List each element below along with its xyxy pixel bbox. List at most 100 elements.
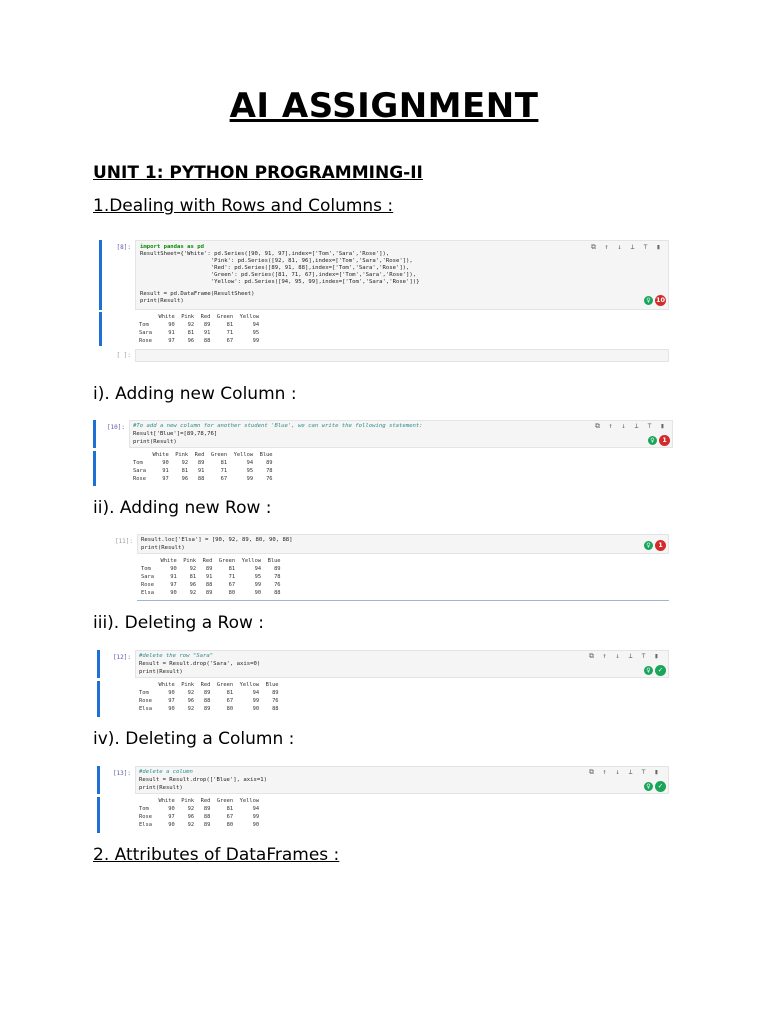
code-line: #delete the row "Sara"	[139, 653, 214, 659]
cell-prompt: [13]:	[112, 770, 131, 777]
notebook-screenshot-2: [10]: #To add a new column for another s…	[93, 418, 675, 488]
cell-badges: ♀ 10	[644, 295, 666, 306]
notebook-screenshot-3: [11]: Result.loc['Elsa'] = [90, 92, 89, …	[93, 530, 675, 602]
lightbulb-icon[interactable]: ♀	[648, 436, 657, 445]
status-ok-badge[interactable]: ✓	[655, 665, 666, 676]
output-row: Tom 90 92 89 81 94	[139, 806, 260, 812]
output-row: Rose 97 96 88 67 99	[139, 338, 260, 344]
copy-icon[interactable]: ⧉	[590, 244, 597, 251]
output-row: Rose 97 96 88 67 99 76	[141, 582, 281, 588]
filter-icon[interactable]: ⊤	[646, 423, 653, 430]
save-icon[interactable]: ⊥	[629, 244, 636, 251]
cell-selection-bar	[99, 240, 102, 310]
cell-toolbar: ⧉ ↑ ↓ ⊥ ⊤ ▮	[590, 244, 662, 251]
code-line: ResultSheet={'White': pd.Series([90, 91,…	[140, 251, 390, 257]
save-icon[interactable]: ⊥	[627, 653, 634, 660]
section-heading-add-column: i). Adding new Column :	[93, 384, 297, 404]
delete-icon[interactable]: ▮	[655, 244, 662, 251]
output-row: Tom 90 92 89 81 94 89	[139, 690, 279, 696]
code-line: print(Result)	[133, 439, 177, 445]
output-cell: White Pink Red Green Yellow Blue Tom 90 …	[93, 681, 675, 717]
output-cell: White Pink Red Green Yellow Tom 90 92 89…	[93, 312, 675, 346]
code-line: #delete a column	[139, 769, 193, 775]
code-line: Result = pd.DataFrame(ResultSheet)	[140, 291, 255, 297]
code-line: Result['Blue']=[89,78,76]	[133, 431, 218, 437]
code-line: 'Green': pd.Series([81, 71, 67],index=['…	[140, 272, 417, 278]
code-cell: [12]: #delete the row "Sara" Result = Re…	[93, 650, 675, 678]
lightbulb-icon[interactable]: ♀	[644, 541, 653, 550]
code-line: Result.loc['Elsa'] = [90, 92, 89, 80, 90…	[141, 537, 293, 543]
code-input[interactable]: Result.loc['Elsa'] = [90, 92, 89, 80, 90…	[137, 534, 669, 554]
code-input[interactable]: #To add a new column for another student…	[129, 420, 673, 448]
error-count-badge[interactable]: 10	[655, 295, 666, 306]
lightbulb-icon[interactable]: ♀	[644, 782, 653, 791]
output-row: Rose 97 96 88 67 99 76	[139, 698, 279, 704]
empty-code-input[interactable]	[135, 349, 669, 362]
status-ok-badge[interactable]: ✓	[655, 781, 666, 792]
output-row: White Pink Red Green Yellow	[139, 798, 260, 804]
section-heading-attributes: 2. Attributes of DataFrames :	[93, 845, 340, 865]
arrow-up-icon[interactable]: ↑	[601, 653, 608, 660]
cell-toolbar: ⧉ ↑ ↓ ⊥ ⊤ ▮	[588, 653, 660, 660]
arrow-up-icon[interactable]: ↑	[601, 769, 608, 776]
output-row: Rose 97 96 88 67 99 76	[133, 476, 273, 482]
output-row: Tom 90 92 89 81 94 89	[133, 460, 273, 466]
cell-divider	[137, 600, 669, 601]
filter-icon[interactable]: ⊤	[640, 769, 647, 776]
save-icon[interactable]: ⊥	[633, 423, 640, 430]
cell-selection-bar	[93, 451, 96, 486]
code-cell: [10]: #To add a new column for another s…	[93, 420, 675, 448]
code-line: 'Pink': pd.Series([92, 81, 96],index=['T…	[140, 258, 413, 264]
code-line: print(Result)	[139, 785, 183, 791]
cell-badges: ♀ ✓	[644, 665, 666, 676]
arrow-up-icon[interactable]: ↑	[607, 423, 614, 430]
delete-icon[interactable]: ▮	[653, 653, 660, 660]
output-row: Elsa 90 92 89 80 90 88	[139, 706, 279, 712]
code-cell: [13]: #delete a column Result = Result.d…	[93, 766, 675, 794]
arrow-down-icon[interactable]: ↓	[614, 653, 621, 660]
error-count-badge[interactable]: 1	[655, 540, 666, 551]
cell-badges: ♀ 1	[648, 435, 670, 446]
code-line: import pandas as pd	[140, 244, 204, 250]
copy-icon[interactable]: ⧉	[588, 769, 595, 776]
code-cell: [8]: import pandas as pd ResultSheet={'W…	[93, 240, 675, 310]
code-line: print(Result)	[140, 298, 184, 304]
section-heading-add-row: ii). Adding new Row :	[93, 498, 272, 518]
notebook-screenshot-4: [12]: #delete the row "Sara" Result = Re…	[93, 646, 675, 718]
lightbulb-icon[interactable]: ♀	[644, 666, 653, 675]
lightbulb-icon[interactable]: ♀	[644, 296, 653, 305]
output-cell: White Pink Red Green Yellow Blue Tom 90 …	[93, 557, 675, 601]
output-row: Tom 90 92 89 81 94 89	[141, 566, 281, 572]
section-heading-delete-column: iv). Deleting a Column :	[93, 729, 295, 749]
output-row: White Pink Red Green Yellow	[139, 314, 260, 320]
document-title: AI ASSIGNMENT	[229, 86, 539, 126]
code-line: Result = Result.drop(['Blue'], axis=1)	[139, 777, 267, 783]
cell-toolbar: ⧉ ↑ ↓ ⊥ ⊤ ▮	[588, 769, 660, 776]
code-input[interactable]: #delete a column Result = Result.drop(['…	[135, 766, 669, 794]
notebook-screenshot-1: [8]: import pandas as pd ResultSheet={'W…	[93, 230, 675, 372]
cell-badges: ♀ ✓	[644, 781, 666, 792]
output-row: White Pink Red Green Yellow Blue	[139, 682, 279, 688]
code-line: #To add a new column for another student…	[133, 423, 423, 429]
cell-selection-bar	[97, 766, 100, 794]
filter-icon[interactable]: ⊤	[640, 653, 647, 660]
copy-icon[interactable]: ⧉	[588, 653, 595, 660]
code-input[interactable]: #delete the row "Sara" Result = Result.d…	[135, 650, 669, 678]
delete-icon[interactable]: ▮	[659, 423, 666, 430]
error-count-badge[interactable]: 1	[659, 435, 670, 446]
section-heading-rows-columns: 1.Dealing with Rows and Columns :	[93, 196, 394, 216]
delete-icon[interactable]: ▮	[653, 769, 660, 776]
arrow-up-icon[interactable]: ↑	[603, 244, 610, 251]
copy-icon[interactable]: ⧉	[594, 423, 601, 430]
save-icon[interactable]: ⊥	[627, 769, 634, 776]
arrow-down-icon[interactable]: ↓	[620, 423, 627, 430]
output-row: Elsa 90 92 89 80 90	[139, 822, 260, 828]
unit-heading: UNIT 1: PYTHON PROGRAMMING-II	[93, 163, 423, 183]
arrow-down-icon[interactable]: ↓	[616, 244, 623, 251]
cell-badges: ♀ 1	[644, 540, 666, 551]
code-line: 'Yellow': pd.Series([94, 95, 99],index=[…	[140, 279, 420, 285]
cell-selection-bar	[97, 681, 100, 717]
filter-icon[interactable]: ⊤	[642, 244, 649, 251]
arrow-down-icon[interactable]: ↓	[614, 769, 621, 776]
code-input[interactable]: import pandas as pd ResultSheet={'White'…	[135, 240, 669, 310]
